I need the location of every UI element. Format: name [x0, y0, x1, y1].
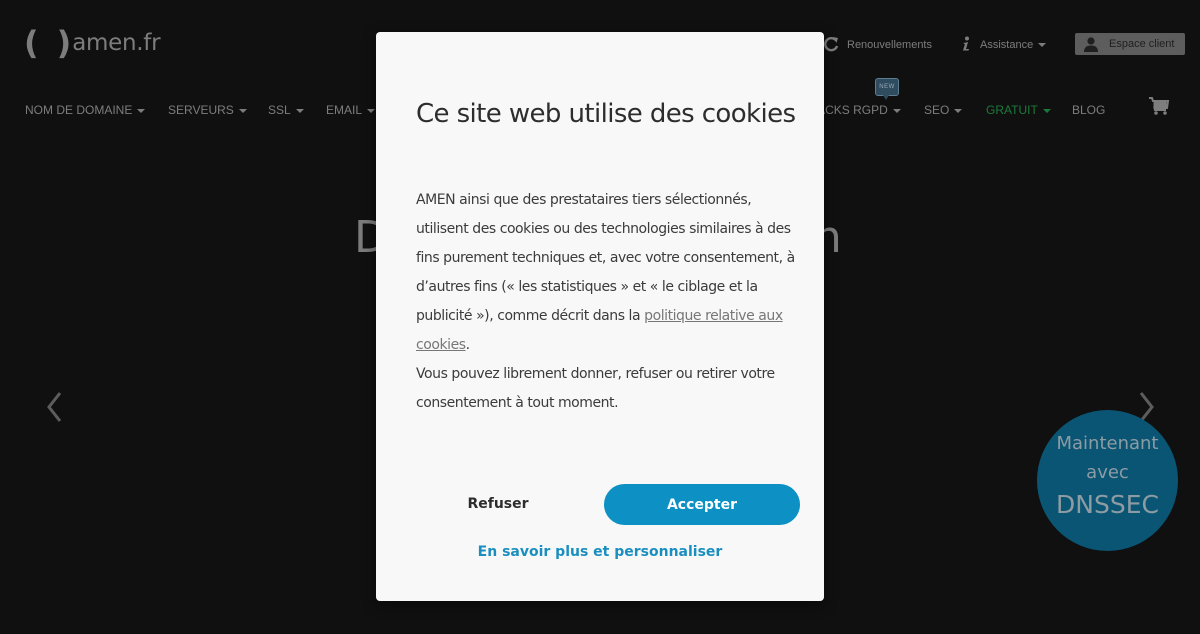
chevron-down-icon [295, 108, 304, 113]
logo-paren-right: ) [56, 24, 72, 62]
chevron-down-icon [367, 108, 376, 113]
support-label: Assistance [980, 39, 1047, 51]
logo[interactable]: ( ) amen.fr [24, 24, 161, 62]
nav-item-blog[interactable]: BLOG [1072, 103, 1105, 117]
info-icon [960, 36, 972, 55]
support-menu[interactable]: Assistance [960, 36, 1047, 55]
chevron-down-icon [137, 108, 146, 113]
cookie-dialog-body: AMEN ainsi que des prestataires tiers sé… [416, 186, 796, 418]
nav-item-servers[interactable]: SERVEURS [168, 103, 247, 117]
nav-item-free[interactable]: GRATUIT [986, 103, 1051, 117]
user-icon [1083, 36, 1099, 52]
accept-button[interactable]: Accepter [604, 484, 800, 525]
nav-item-ssl[interactable]: SSL [268, 103, 304, 117]
logo-paren-left: ( [24, 24, 39, 62]
cart-icon[interactable] [1148, 96, 1170, 116]
dnssec-line-1: Maintenant [1056, 433, 1159, 454]
nav-item-domain[interactable]: NOM DE DOMAINE [25, 103, 146, 117]
client-area-button[interactable]: Espace client [1075, 33, 1185, 55]
dnssec-line-3: DNSSEC [1056, 490, 1159, 519]
chevron-down-icon [1038, 43, 1047, 48]
chevron-down-icon [1042, 108, 1051, 113]
chevron-down-icon [238, 108, 247, 113]
cookie-dialog-paragraph-1: AMEN ainsi que des prestataires tiers sé… [416, 192, 795, 353]
carousel-prev-button[interactable] [44, 390, 64, 424]
dnssec-badge[interactable]: Maintenant avec DNSSEC [1037, 410, 1178, 551]
chevron-down-icon [954, 108, 963, 113]
learn-more-customize-link[interactable]: En savoir plus et personnaliser [376, 544, 824, 560]
cookie-consent-dialog: Ce site web utilise des cookies AMEN ain… [376, 32, 824, 601]
client-area-label: Espace client [1109, 38, 1175, 50]
cookie-dialog-paragraph-2: Vous pouvez librement donner, refuser ou… [416, 366, 775, 411]
renewals-label: Renouvellements [847, 39, 932, 51]
cookie-dialog-title: Ce site web utilise des cookies [416, 99, 796, 129]
dnssec-line-2: avec [1086, 462, 1129, 483]
refresh-icon [823, 36, 839, 55]
nav-item-seo[interactable]: SEO [924, 103, 963, 117]
logo-brand: amen.fr [72, 30, 161, 56]
nav-item-email[interactable]: EMAIL [326, 103, 376, 117]
chevron-down-icon [892, 108, 901, 113]
new-badge: NEW [875, 78, 899, 100]
renewals-link[interactable]: Renouvellements [823, 36, 932, 55]
refuse-button[interactable]: Refuser [416, 484, 580, 524]
